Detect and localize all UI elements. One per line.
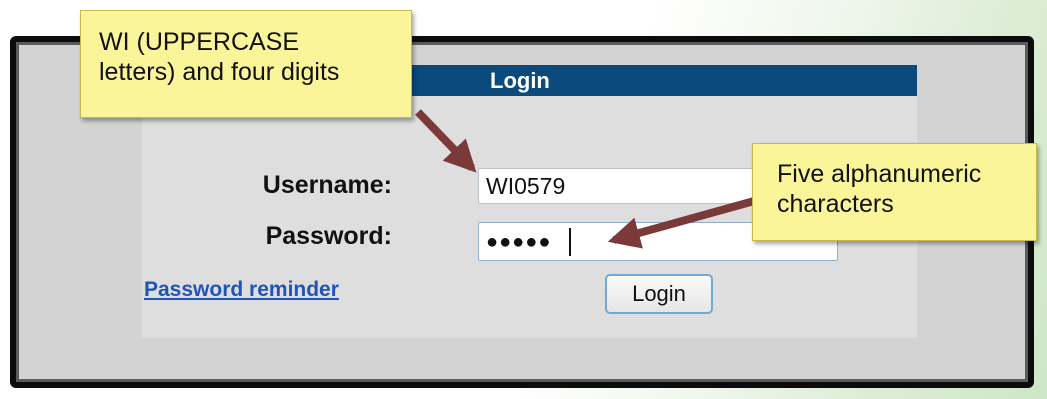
username-callout-line-1: WI (UPPERCASE bbox=[99, 28, 300, 56]
password-arrow bbox=[607, 194, 767, 249]
username-format-callout: WI (UPPERCASE letters) and four digits bbox=[80, 10, 412, 118]
password-callout-line-2: characters bbox=[777, 190, 894, 218]
password-format-callout: Five alphanumeric characters bbox=[752, 143, 1037, 241]
username-arrow bbox=[415, 109, 477, 173]
password-callout-line-1: Five alphanumeric bbox=[777, 160, 982, 188]
username-callout-line-2: letters) and four digits bbox=[99, 58, 340, 86]
